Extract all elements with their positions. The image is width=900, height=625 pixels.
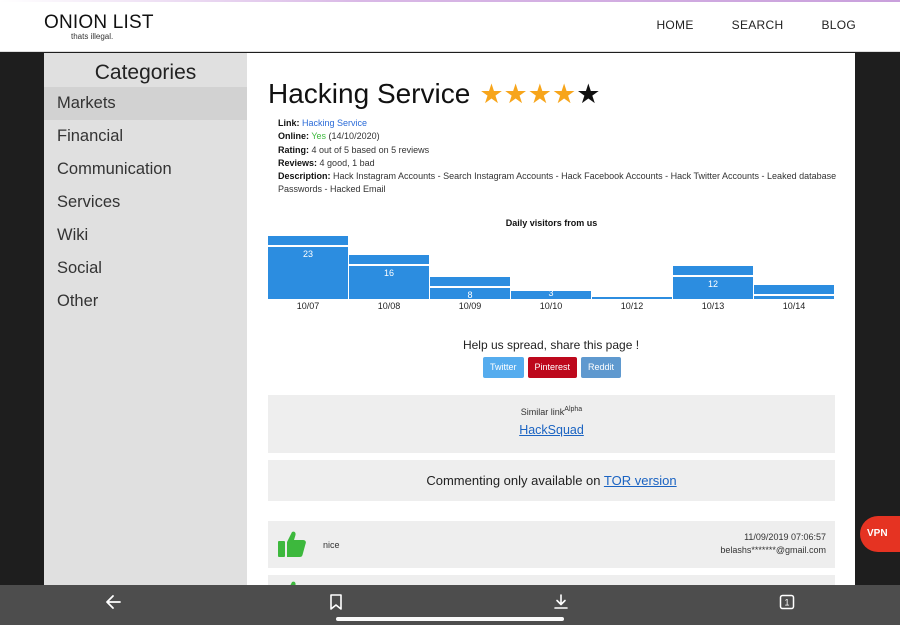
share-buttons: Twitter Pinterest Reddit [483, 357, 622, 378]
chart-bar: 3 [511, 287, 591, 299]
similar-link-box: Similar linkAlpha HackSquad [268, 395, 835, 453]
chart-bar: 23 [268, 235, 348, 299]
categories-sidebar: Categories Markets Financial Communicati… [44, 53, 247, 585]
chart-bar: 8 [430, 277, 510, 300]
top-navbar: ONION LIST thats illegal. HOME SEARCH BL… [0, 0, 900, 52]
sidebar-title: Categories [94, 61, 197, 84]
sidebar-item-financial[interactable]: Financial [44, 120, 247, 153]
bar-value-label: 23 [302, 248, 313, 259]
chart-bar: 16 [349, 255, 429, 299]
star-icon: ★ [527, 78, 552, 109]
bar-line [754, 294, 834, 297]
site-info: Link: Hacking Service Online: Yes (14/10… [278, 117, 838, 197]
similar-label-text: Similar link [520, 407, 565, 417]
bar-value-label: 8 [467, 290, 473, 300]
pinterest-share-button[interactable]: Pinterest [527, 357, 578, 378]
page-title: Hacking Service [268, 78, 471, 109]
site-logo[interactable]: ONION LIST thats illegal. [44, 12, 154, 41]
star-icon: ★ [503, 78, 528, 109]
tor-version-link[interactable]: TOR version [604, 473, 677, 488]
chart-bar [592, 297, 672, 299]
bar-line [673, 275, 753, 277]
x-tick-label: 10/07 [296, 301, 320, 311]
svg-text:1: 1 [784, 598, 789, 608]
review-meta: 11/09/2019 07:06:57 belashs*******@gmail… [720, 531, 826, 557]
vpn-badge[interactable]: VPN [860, 516, 900, 552]
description-text: Hack Instagram Accounts - Search Instagr… [278, 171, 837, 195]
comment-notice: Commenting only available on TOR version [268, 460, 835, 501]
thumbs-up-icon [278, 531, 306, 557]
bar-line [349, 264, 429, 266]
link-label: Link: [278, 118, 300, 128]
bar-line [268, 244, 348, 247]
bookmark-icon[interactable] [326, 592, 346, 612]
comment-text: Commenting only available on [426, 473, 601, 488]
rating-text: 4 out of 5 based on 5 reviews [311, 144, 430, 155]
x-tick-label: 10/08 [377, 301, 401, 311]
similar-label: Similar linkAlpha [268, 406, 835, 417]
logo-name: ONION LIST [44, 12, 154, 33]
x-tick-label: 10/13 [701, 301, 725, 311]
nav-search[interactable]: SEARCH [732, 18, 784, 32]
sidebar-item-markets[interactable]: Markets [44, 87, 247, 120]
sidebar-item-services[interactable]: Services [44, 186, 247, 219]
review-text: nice [323, 540, 340, 550]
star-icon: ★ [576, 78, 601, 109]
title-row: Hacking Service ★ ★ ★ ★ ★ [268, 78, 600, 110]
reviews-text: 4 good, 1 bad [319, 157, 375, 168]
sidebar-item-wiki[interactable]: Wiki [44, 219, 247, 252]
review-email: belashs*******@gmail.com [720, 545, 826, 555]
rating-label: Rating: [278, 144, 309, 155]
similar-sup: Alpha [564, 406, 583, 413]
sidebar-item-social[interactable]: Social [44, 252, 247, 285]
bar-value-label: 12 [707, 279, 718, 289]
progress-accent [0, 0, 900, 2]
visitors-chart: Daily visitors from us 23 10/07 16 10/08 8 10… [268, 213, 835, 313]
x-tick-label: 10/09 [458, 301, 482, 311]
x-tick-label: 10/10 [539, 301, 563, 311]
description-label: Description: [278, 171, 331, 182]
twitter-share-button[interactable]: Twitter [483, 357, 524, 378]
reddit-share-button[interactable]: Reddit [581, 357, 622, 378]
nav-home[interactable]: HOME [656, 18, 693, 32]
sidebar-item-communication[interactable]: Communication [44, 153, 247, 186]
bar-value-label: 3 [548, 287, 554, 298]
review-item: nice 11/09/2019 07:06:57 belashs*******@… [268, 521, 835, 568]
site-link[interactable]: Hacking Service [302, 118, 367, 128]
chart-bar: 5 [754, 285, 834, 308]
main-content: Hacking Service ★ ★ ★ ★ ★ Link: Hacking Serv… [247, 53, 855, 585]
online-date: (14/10/2020) [328, 131, 380, 142]
review-item-partial [268, 575, 835, 585]
sidebar-item-other[interactable]: Other [44, 285, 247, 318]
home-indicator [336, 617, 564, 621]
bar-line [430, 286, 510, 288]
review-date: 11/09/2019 07:06:57 [744, 532, 826, 542]
reviews-label: Reviews: [278, 157, 318, 168]
nav-blog[interactable]: BLOG [821, 18, 856, 32]
tabs-icon[interactable]: 1 [777, 592, 797, 612]
x-tick-label: 10/12 [620, 301, 644, 311]
chart-bar: 12 [673, 266, 753, 299]
x-tick-label: 10/14 [782, 301, 806, 311]
online-status: Yes [311, 131, 327, 142]
similar-link[interactable]: HackSquad [268, 423, 835, 437]
chart-title: Daily visitors from us [505, 218, 598, 228]
download-icon[interactable] [551, 592, 571, 612]
back-arrow-icon[interactable] [104, 592, 124, 612]
bar-value-label: 16 [383, 268, 394, 278]
star-icon: ★ [551, 78, 577, 109]
star-icon: ★ [479, 78, 504, 109]
online-label: Online: [278, 131, 309, 142]
main-nav: HOME SEARCH BLOG [656, 18, 856, 32]
share-text: Help us spread, share this page ! [462, 338, 640, 352]
star-rating: ★ ★ ★ ★ ★ [479, 78, 601, 109]
